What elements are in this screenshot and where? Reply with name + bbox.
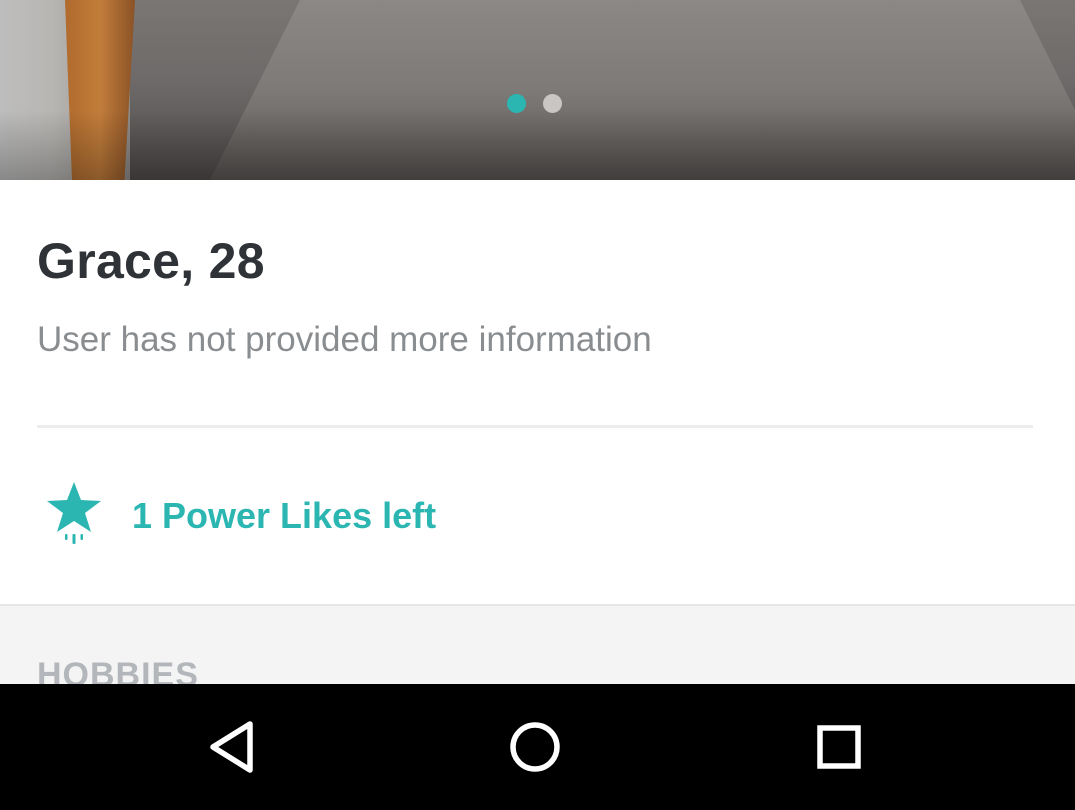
profile-photo[interactable] [0,0,1075,180]
android-nav-bar [0,684,1075,810]
photo-pager-indicator [507,94,562,113]
section-divider [37,425,1033,428]
home-circle-icon[interactable] [505,717,565,777]
profile-about-text: User has not provided more information [37,320,652,359]
pager-dot-active[interactable] [507,94,526,113]
profile-name-age: Grace, 28 [37,233,265,289]
hobbies-title: HOBBIES [37,656,199,684]
power-likes-label: 1 Power Likes left [132,495,437,536]
profile-screen: Grace, 28 User has not provided more inf… [0,0,1075,810]
back-triangle-icon[interactable] [203,717,263,777]
power-likes-row[interactable]: 1 Power Likes left [0,476,1075,556]
photo-bottom-shade [0,110,1075,180]
recent-apps-square-icon[interactable] [809,717,869,777]
pager-dot[interactable] [543,94,562,113]
hobbies-section: HOBBIES [0,604,1075,684]
profile-info-section: Grace, 28 User has not provided more inf… [0,180,1075,604]
star-icon [47,482,101,544]
